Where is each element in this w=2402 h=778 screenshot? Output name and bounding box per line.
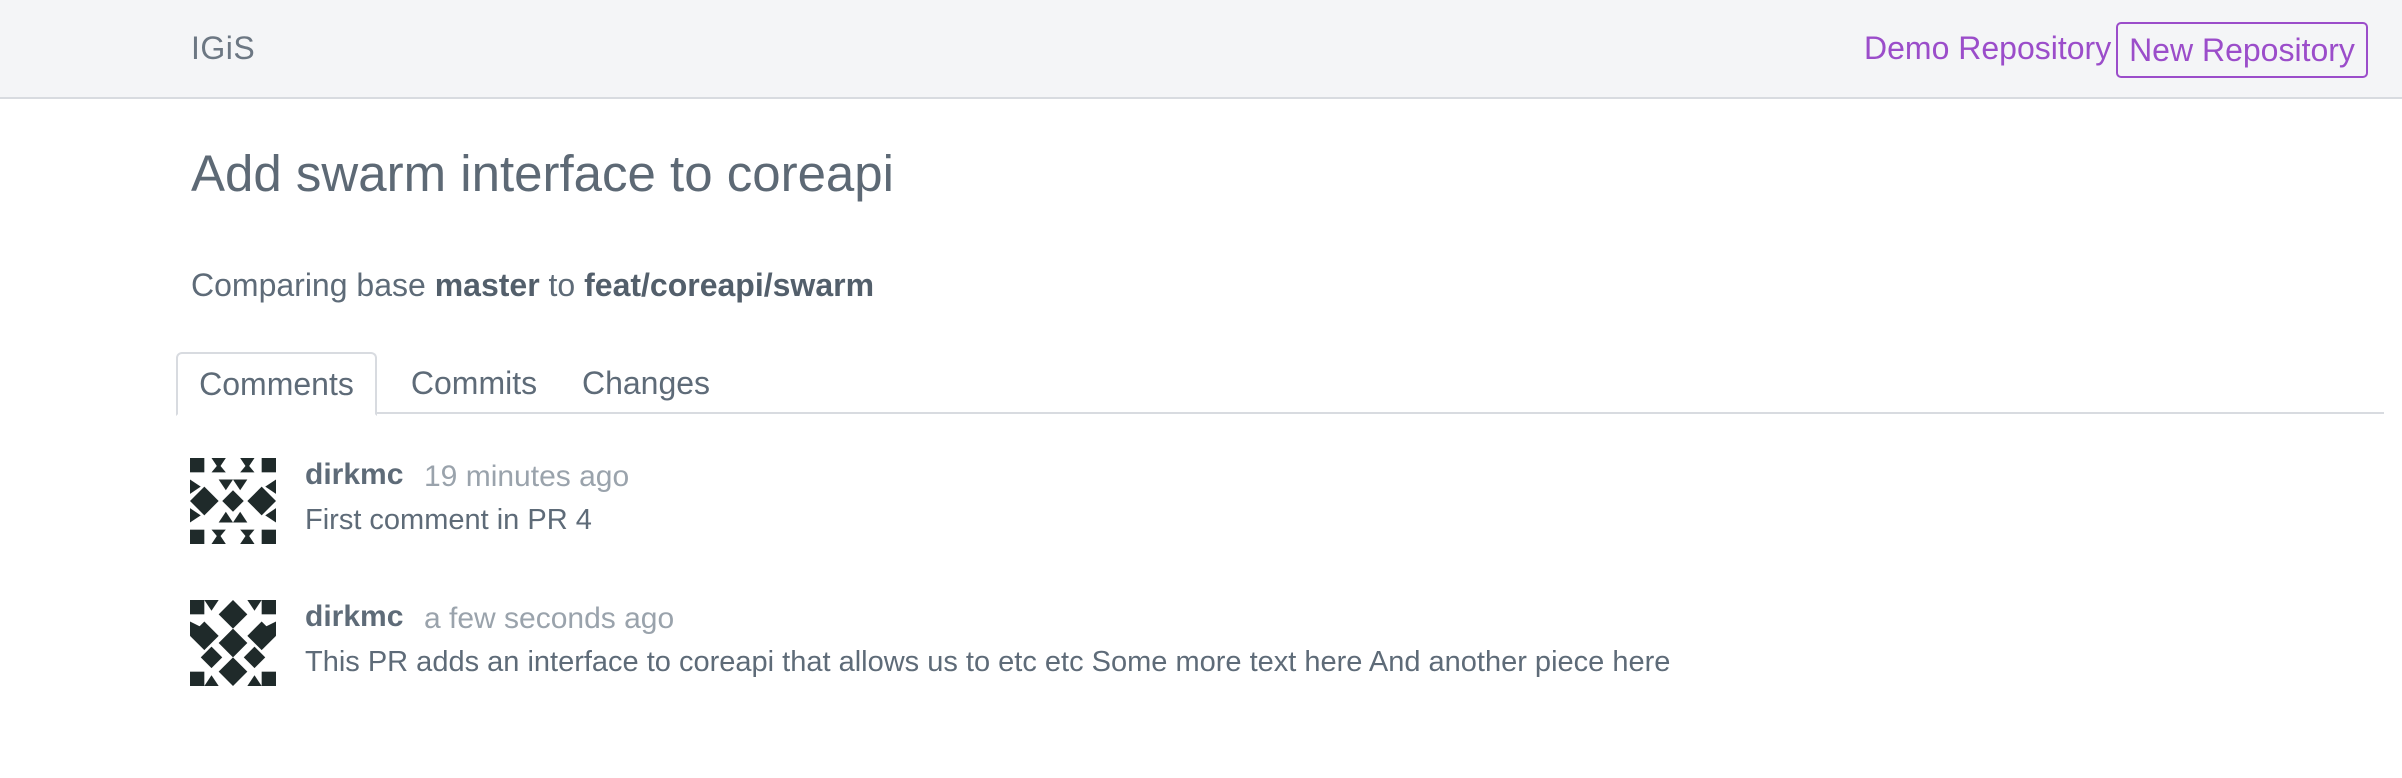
comment-author[interactable]: dirkmc [305, 458, 403, 492]
comment-item: dirkmc 19 minutes ago First comment in P… [190, 458, 1990, 548]
comment-timestamp: 19 minutes ago [424, 460, 630, 493]
identicon-avatar [190, 458, 276, 544]
branch-comparison: Comparing base master to feat/coreapi/sw… [191, 267, 874, 304]
head-branch: feat/coreapi/swarm [584, 267, 875, 303]
comment-body: This PR adds an interface to coreapi tha… [305, 646, 1671, 678]
page-title: Add swarm interface to coreapi [191, 145, 894, 202]
comparing-prefix: Comparing base [191, 267, 426, 303]
comment-item: dirkmc a few seconds ago This PR adds an… [190, 600, 1990, 690]
new-repository-button[interactable]: New Repository [2116, 22, 2368, 78]
base-branch: master [434, 267, 540, 303]
tab-bar: Comments Commits Changes [176, 352, 2384, 416]
comment-body: First comment in PR 4 [305, 504, 592, 536]
comment-timestamp: a few seconds ago [424, 602, 675, 635]
demo-repository-link[interactable]: Demo Repository [1864, 30, 2111, 67]
tab-changes[interactable]: Changes [572, 352, 720, 414]
comparing-to: to [548, 267, 576, 303]
tab-comments[interactable]: Comments [176, 352, 377, 416]
brand-logo[interactable]: IGiS [191, 30, 255, 67]
comment-author[interactable]: dirkmc [305, 600, 403, 634]
top-navbar: IGiS Demo Repository New Repository [0, 0, 2402, 99]
identicon-avatar [190, 600, 276, 686]
tab-commits[interactable]: Commits [404, 352, 544, 414]
